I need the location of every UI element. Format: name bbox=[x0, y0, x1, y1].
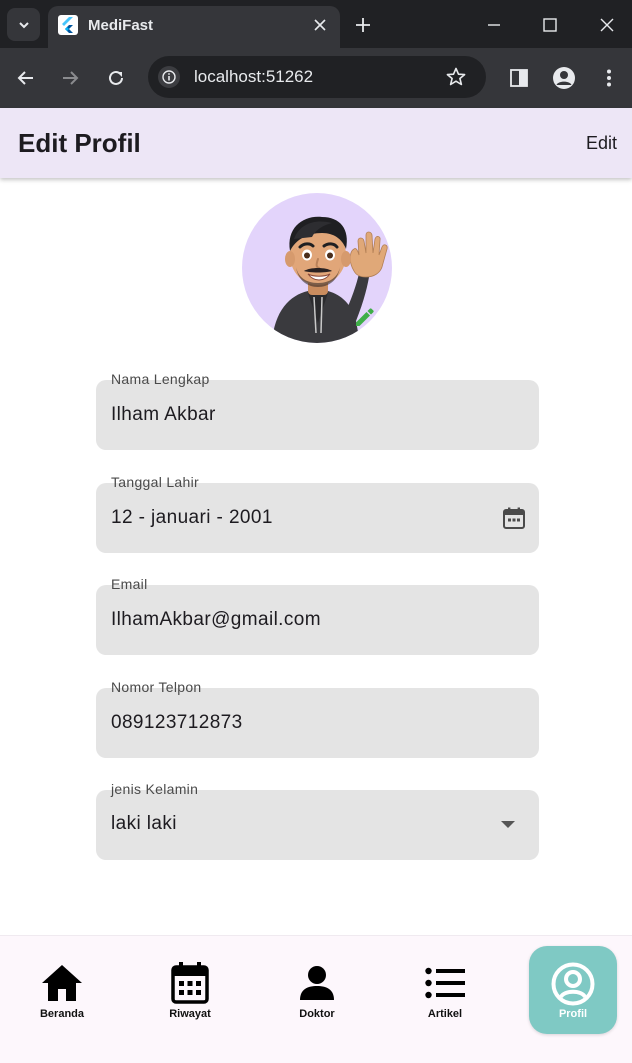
page-title: Edit Profil bbox=[18, 128, 141, 158]
field-label: Nomor Telpon bbox=[111, 679, 202, 695]
field-value[interactable]: laki laki bbox=[111, 813, 177, 835]
edit-photo-button[interactable] bbox=[352, 304, 378, 330]
nav-item-beranda[interactable]: Beranda bbox=[17, 936, 107, 1036]
arrow-right-icon bbox=[63, 71, 79, 85]
app-bar: Edit Profil Edit bbox=[0, 108, 632, 178]
edit-button[interactable]: Edit bbox=[586, 133, 617, 154]
nav-item-doktor[interactable]: Doktor bbox=[272, 936, 362, 1036]
bookmark-star-button[interactable] bbox=[444, 65, 468, 89]
list-icon bbox=[425, 967, 465, 999]
kebab-menu-icon bbox=[607, 69, 611, 87]
jenis-kelamin-dropdown[interactable]: jenis Kelamin laki laki bbox=[96, 781, 539, 860]
close-icon bbox=[314, 19, 326, 31]
tanggal-lahir-field[interactable]: Tanggal Lahir 12 - januari - 2001 bbox=[96, 474, 539, 553]
chevron-down-icon bbox=[18, 21, 29, 28]
field-label: jenis Kelamin bbox=[111, 781, 199, 797]
nav-label: Artikel bbox=[427, 1008, 463, 1020]
site-info-icon[interactable] bbox=[158, 66, 180, 88]
nama-lengkap-field[interactable]: Nama Lengkap Ilham Akbar bbox=[96, 371, 539, 450]
field-value[interactable]: Ilham Akbar bbox=[111, 404, 216, 426]
profile-button[interactable] bbox=[551, 65, 577, 91]
star-icon bbox=[446, 67, 466, 86]
nav-item-artikel[interactable]: Artikel bbox=[400, 936, 490, 1036]
field-label: Tanggal Lahir bbox=[111, 474, 199, 490]
nav-item-riwayat[interactable]: Riwayat bbox=[145, 936, 235, 1036]
date-picker-button[interactable] bbox=[501, 505, 527, 531]
flutter-logo-icon bbox=[58, 15, 78, 35]
forward-button[interactable] bbox=[57, 65, 83, 91]
calendar-icon bbox=[503, 507, 525, 529]
tab-search-button[interactable] bbox=[7, 8, 40, 41]
nav-label: Doktor bbox=[299, 1008, 335, 1020]
new-tab-button[interactable] bbox=[350, 12, 376, 38]
pencil-icon bbox=[356, 308, 374, 326]
nav-item-profil[interactable]: Profil bbox=[529, 946, 617, 1034]
nav-label: Beranda bbox=[39, 1008, 85, 1020]
nav-label: Riwayat bbox=[169, 1008, 211, 1020]
maximize-icon bbox=[543, 18, 557, 32]
minimize-button[interactable] bbox=[481, 12, 507, 38]
field-label: Nama Lengkap bbox=[111, 371, 210, 387]
minimize-icon bbox=[488, 24, 500, 26]
reload-icon bbox=[109, 70, 123, 85]
maximize-button[interactable] bbox=[537, 12, 563, 38]
field-label: Email bbox=[111, 576, 148, 592]
browser-menu-button[interactable] bbox=[596, 65, 622, 91]
email-field[interactable]: Email IlhamAkbar@gmail.com bbox=[96, 576, 539, 655]
tab-close-button[interactable] bbox=[310, 15, 330, 35]
nomor-telpon-field[interactable]: Nomor Telpon 089123712873 bbox=[96, 679, 539, 758]
calendar-icon bbox=[171, 962, 209, 1004]
arrow-left-icon bbox=[17, 71, 33, 85]
side-panel-icon bbox=[510, 69, 528, 87]
browser-tab[interactable]: MediFast bbox=[48, 6, 340, 48]
reload-button[interactable] bbox=[103, 65, 129, 91]
plus-icon bbox=[356, 18, 370, 32]
close-icon bbox=[600, 18, 614, 32]
person-icon bbox=[300, 966, 334, 1000]
nav-label: Profil bbox=[558, 1008, 588, 1020]
browser-tabstrip: MediFast bbox=[0, 0, 632, 48]
browser-toolbar: localhost:51262 bbox=[0, 48, 632, 108]
url-text: localhost:51262 bbox=[194, 67, 314, 86]
back-button[interactable] bbox=[13, 65, 39, 91]
field-value[interactable]: IlhamAkbar@gmail.com bbox=[111, 609, 321, 631]
address-bar[interactable]: localhost:51262 bbox=[148, 56, 486, 98]
window-close-button[interactable] bbox=[594, 12, 620, 38]
account-circle-icon bbox=[551, 962, 595, 1006]
bottom-navigation: Beranda Riwayat Doktor Artikel Profil bbox=[0, 935, 632, 1063]
tab-title: MediFast bbox=[88, 17, 154, 34]
profile-icon bbox=[553, 67, 575, 89]
dropdown-toggle[interactable] bbox=[495, 812, 521, 838]
field-value[interactable]: 089123712873 bbox=[111, 712, 243, 734]
side-panel-button[interactable] bbox=[506, 65, 532, 91]
field-value[interactable]: 12 - januari - 2001 bbox=[111, 507, 273, 529]
home-icon bbox=[42, 965, 82, 1001]
dropdown-arrow-icon bbox=[501, 821, 515, 828]
